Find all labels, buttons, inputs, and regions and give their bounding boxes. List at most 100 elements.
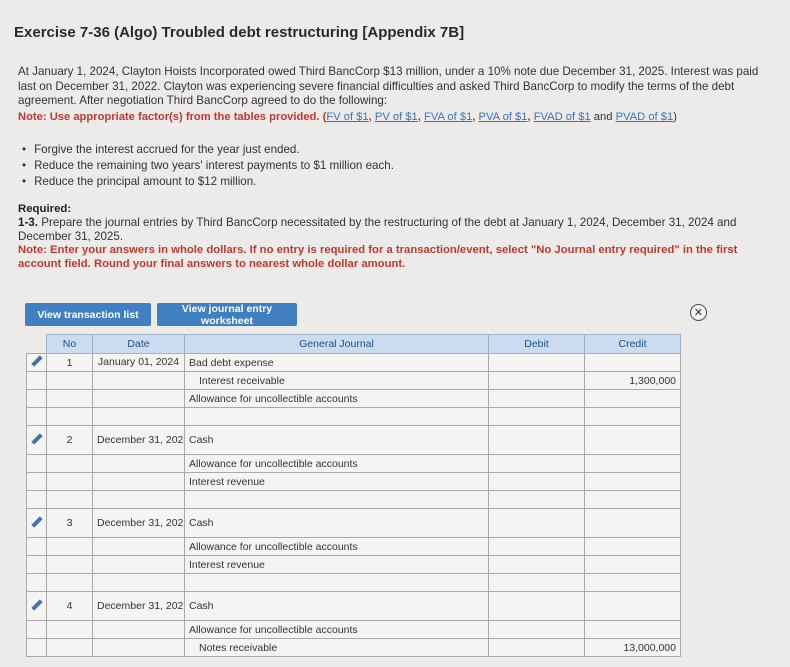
account-field[interactable]: Cash — [184, 425, 489, 455]
credit-field[interactable] — [584, 591, 681, 621]
entry-number — [46, 371, 93, 390]
entry-number — [46, 407, 93, 426]
link-fva[interactable]: FVA of $1 — [424, 111, 472, 123]
account-field[interactable]: Interest revenue — [184, 555, 489, 574]
debit-field[interactable] — [488, 389, 585, 408]
note-close-paren: ) — [673, 111, 677, 123]
view-transaction-list-button[interactable]: View transaction list — [25, 303, 151, 326]
entry-date — [92, 638, 185, 657]
account-field[interactable]: Bad debt expense — [184, 353, 489, 372]
account-field[interactable]: Allowance for uncollectible accounts — [184, 454, 489, 473]
table-row: Allowance for uncollectible accounts — [26, 620, 681, 639]
entry-number — [46, 472, 93, 491]
account-field[interactable]: Allowance for uncollectible accounts — [184, 389, 489, 408]
required-label: 1-3. — [18, 216, 38, 229]
table-row: 4 December 31, 2025 Cash — [26, 591, 681, 621]
credit-field[interactable] — [584, 353, 681, 372]
debit-field[interactable] — [488, 353, 585, 372]
header-no: No — [46, 334, 93, 354]
debit-field[interactable] — [488, 638, 585, 657]
debit-field[interactable] — [488, 573, 585, 592]
entry-date: December 31, 2024 — [92, 425, 185, 455]
credit-field[interactable] — [584, 555, 681, 574]
list-item: Forgive the interest accrued for the yea… — [22, 142, 394, 158]
table-row: 3 December 31, 2025 Cash — [26, 508, 681, 538]
entry-number — [46, 620, 93, 639]
credit-field[interactable] — [584, 389, 681, 408]
debit-field[interactable] — [488, 508, 585, 538]
table-header-row: No Date General Journal Debit Credit — [26, 334, 681, 354]
close-icon[interactable]: ✕ — [690, 304, 707, 321]
credit-field[interactable]: 1,300,000 — [584, 371, 681, 390]
credit-field[interactable] — [584, 508, 681, 538]
account-field[interactable] — [184, 407, 489, 426]
table-row: Interest receivable 1,300,000 — [26, 371, 681, 390]
edit-pencil-icon[interactable] — [26, 353, 47, 372]
agreement-list: Forgive the interest accrued for the yea… — [22, 142, 394, 190]
table-row: Allowance for uncollectible accounts — [26, 454, 681, 473]
credit-field[interactable] — [584, 620, 681, 639]
debit-field[interactable] — [488, 425, 585, 455]
link-pvad[interactable]: PVAD of $1 — [616, 111, 674, 123]
debit-field[interactable] — [488, 555, 585, 574]
debit-field[interactable] — [488, 591, 585, 621]
account-field[interactable]: Allowance for uncollectible accounts — [184, 537, 489, 556]
table-row: Interest revenue — [26, 472, 681, 491]
debit-field[interactable] — [488, 472, 585, 491]
edit-spacer — [26, 472, 47, 491]
account-field[interactable]: Interest receivable — [184, 371, 489, 390]
account-field[interactable]: Cash — [184, 508, 489, 538]
entry-date: December 31, 2025 — [92, 508, 185, 538]
link-fv[interactable]: FV of $1 — [326, 111, 368, 123]
entry-number — [46, 555, 93, 574]
debit-field[interactable] — [488, 490, 585, 509]
credit-field[interactable] — [584, 454, 681, 473]
header-general-journal: General Journal — [184, 334, 489, 354]
link-pva[interactable]: PVA of $1 — [479, 111, 528, 123]
entry-number — [46, 573, 93, 592]
entry-number — [46, 537, 93, 556]
link-pv[interactable]: PV of $1 — [375, 111, 418, 123]
entry-date: January 01, 2024 — [92, 353, 185, 372]
entry-number: 2 — [46, 425, 93, 455]
credit-field[interactable]: 13,000,000 — [584, 638, 681, 657]
entry-date: December 31, 2025 — [92, 591, 185, 621]
account-field[interactable]: Cash — [184, 591, 489, 621]
entry-date — [92, 555, 185, 574]
entry-date — [92, 537, 185, 556]
credit-field[interactable] — [584, 573, 681, 592]
table-row — [26, 490, 681, 509]
edit-pencil-icon[interactable] — [26, 425, 47, 455]
account-field[interactable] — [184, 573, 489, 592]
table-row: Allowance for uncollectible accounts — [26, 537, 681, 556]
edit-spacer — [26, 490, 47, 509]
entry-number: 4 — [46, 591, 93, 621]
edit-spacer — [26, 537, 47, 556]
entry-date — [92, 389, 185, 408]
entry-number — [46, 638, 93, 657]
credit-field[interactable] — [584, 490, 681, 509]
debit-field[interactable] — [488, 620, 585, 639]
credit-field[interactable] — [584, 537, 681, 556]
credit-field[interactable] — [584, 425, 681, 455]
entry-number: 3 — [46, 508, 93, 538]
credit-field[interactable] — [584, 472, 681, 491]
edit-pencil-icon[interactable] — [26, 508, 47, 538]
debit-field[interactable] — [488, 537, 585, 556]
edit-spacer — [26, 371, 47, 390]
edit-pencil-icon[interactable] — [26, 591, 47, 621]
edit-spacer — [26, 454, 47, 473]
link-fvad[interactable]: FVAD of $1 — [534, 111, 591, 123]
table-row — [26, 407, 681, 426]
debit-field[interactable] — [488, 407, 585, 426]
edit-spacer — [26, 620, 47, 639]
header-credit: Credit — [584, 334, 681, 354]
account-field[interactable]: Allowance for uncollectible accounts — [184, 620, 489, 639]
debit-field[interactable] — [488, 454, 585, 473]
account-field[interactable]: Interest revenue — [184, 472, 489, 491]
credit-field[interactable] — [584, 407, 681, 426]
view-journal-worksheet-button[interactable]: View journal entry worksheet — [157, 303, 297, 327]
account-field[interactable] — [184, 490, 489, 509]
debit-field[interactable] — [488, 371, 585, 390]
account-field[interactable]: Notes receivable — [184, 638, 489, 657]
